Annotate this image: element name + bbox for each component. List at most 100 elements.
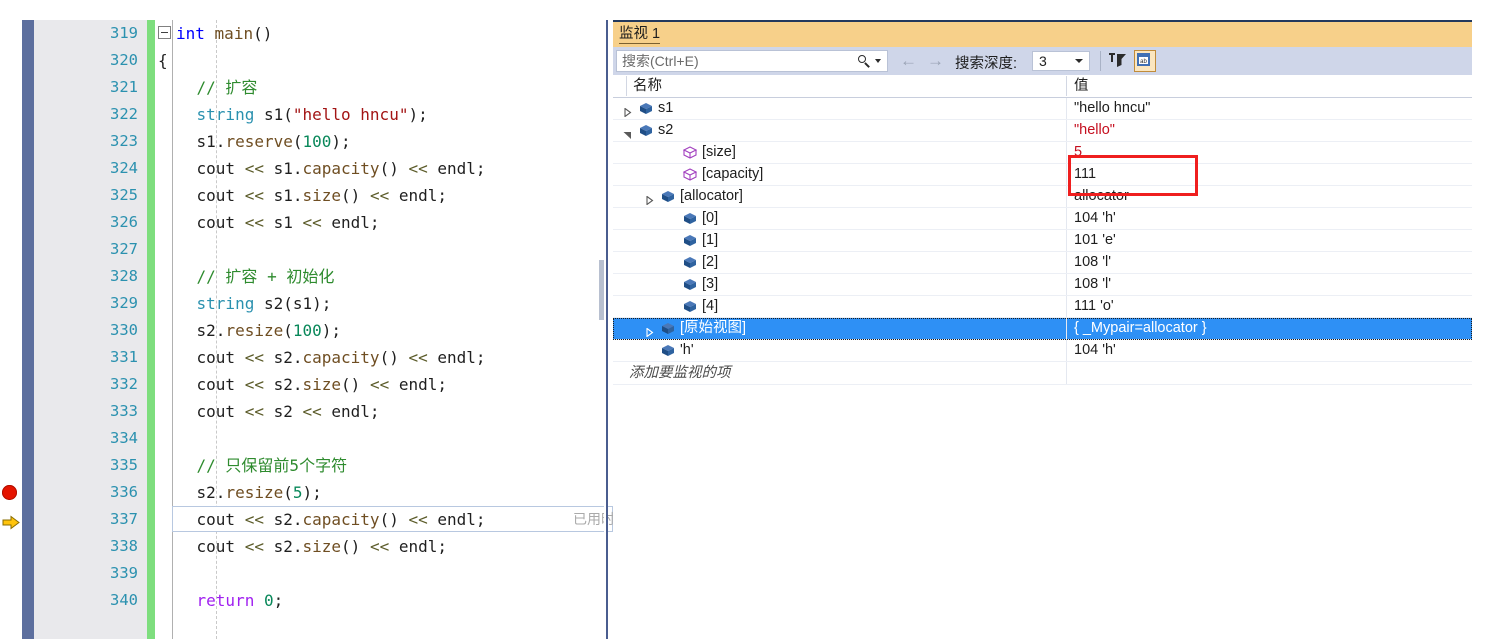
- search-next-arrow-icon[interactable]: →: [927, 51, 944, 70]
- code-line[interactable]: 335 // 只保留前5个字符: [0, 452, 613, 479]
- code-line[interactable]: 332 cout << s2.size() << endl;: [0, 371, 613, 398]
- code-line[interactable]: 330 s2.resize(100);: [0, 317, 613, 344]
- watch-panel: 监视 1 搜索(Ctrl+E) ← → 搜索深度: 3 ab 名称 值 s1 "…: [613, 20, 1472, 639]
- cube-blue-icon: [683, 234, 697, 247]
- search-depth-select[interactable]: 3: [1032, 51, 1090, 71]
- chevron-down-icon[interactable]: [1075, 59, 1083, 63]
- breakpoint-icon[interactable]: [2, 485, 17, 500]
- collapse-block-icon[interactable]: [158, 26, 171, 39]
- watch-row[interactable]: 'h' 104 'h': [613, 340, 1472, 362]
- watch-variable-value[interactable]: allocator: [1074, 186, 1129, 207]
- line-text: // 扩容: [158, 78, 258, 97]
- code-lines[interactable]: 319 int main() 320{321 // 扩容 322 string s1(…: [0, 20, 613, 614]
- row-column-divider: [1066, 186, 1067, 207]
- watch-row[interactable]: [原始视图] { _Mypair=allocator }: [613, 318, 1472, 340]
- code-line[interactable]: 337 cout << s2.capacity() << endl; 已用时: [0, 506, 613, 533]
- code-line[interactable]: 319 int main(): [0, 20, 613, 47]
- search-input[interactable]: 搜索(Ctrl+E): [616, 50, 888, 72]
- line-number: 323: [110, 132, 138, 150]
- search-prev-arrow-icon[interactable]: ←: [900, 51, 917, 70]
- code-line[interactable]: 329 string s2(s1);: [0, 290, 613, 317]
- current-instruction-arrow-icon[interactable]: [2, 512, 20, 530]
- watch-variable-value[interactable]: 111 'o': [1074, 296, 1114, 317]
- watch-variable-value[interactable]: 108 'l': [1074, 252, 1111, 273]
- code-line[interactable]: 325 cout << s1.size() << endl;: [0, 182, 613, 209]
- editor-scrollbar-track[interactable]: [606, 20, 608, 639]
- watch-variable-value[interactable]: 104 'h': [1074, 208, 1116, 229]
- watch-variable-name: [0]: [702, 210, 719, 226]
- row-column-divider: [1066, 252, 1067, 273]
- code-line[interactable]: 327: [0, 236, 613, 263]
- row-column-divider: [1066, 318, 1067, 339]
- expander-collapsed-icon[interactable]: [645, 192, 654, 206]
- watch-variable-value[interactable]: 104 'h': [1074, 340, 1116, 361]
- watch-variable-value[interactable]: 108 'l': [1074, 274, 1111, 295]
- code-line[interactable]: 322 string s1("hello hncu");: [0, 101, 613, 128]
- column-header-name[interactable]: 名称: [633, 75, 662, 97]
- code-line[interactable]: 336 s2.resize(5);: [0, 479, 613, 506]
- code-line[interactable]: 326 cout << s1 << endl;: [0, 209, 613, 236]
- expander-collapsed-icon[interactable]: [623, 104, 632, 118]
- pin-filter-button[interactable]: [1108, 50, 1130, 72]
- expander-collapsed-icon[interactable]: [645, 324, 654, 338]
- watch-row[interactable]: [0] 104 'h': [613, 208, 1472, 230]
- line-text: s2.resize(100);: [158, 321, 342, 340]
- watch-row[interactable]: [size] 5: [613, 142, 1472, 164]
- row-column-divider: [1066, 340, 1067, 361]
- watch-row[interactable]: s2 "hello": [613, 120, 1472, 142]
- search-navigation[interactable]: ← →: [900, 51, 944, 70]
- code-line[interactable]: 324 cout << s1.capacity() << endl;: [0, 155, 613, 182]
- toolbar-divider: [1100, 51, 1101, 71]
- watch-variable-value[interactable]: 111: [1074, 164, 1096, 185]
- line-number: 332: [110, 375, 138, 393]
- cube-blue-icon: [683, 300, 697, 313]
- search-icon[interactable]: [857, 54, 872, 69]
- line-number: 329: [110, 294, 138, 312]
- watch-variable-name: s2: [658, 122, 674, 138]
- line-number: 335: [110, 456, 138, 474]
- watch-variable-list[interactable]: s1 "hello hncu" s2 "hello" [size] 5 [capacity]…: [613, 98, 1472, 362]
- row-column-divider: [1066, 208, 1067, 229]
- watch-variable-value[interactable]: 101 'e': [1074, 230, 1116, 251]
- cube-blue-icon: [661, 190, 675, 203]
- watch-variable-value[interactable]: "hello hncu": [1074, 98, 1150, 119]
- code-line[interactable]: 331 cout << s2.capacity() << endl;: [0, 344, 613, 371]
- line-text: string s1("hello hncu");: [196, 105, 428, 124]
- editor-scrollbar-thumb[interactable]: [599, 260, 604, 320]
- watch-row[interactable]: [1] 101 'e': [613, 230, 1472, 252]
- cube-blue-icon: [683, 256, 697, 269]
- watch-variable-value[interactable]: { _Mypair=allocator }: [1074, 318, 1207, 339]
- watch-row[interactable]: [3] 108 'l': [613, 274, 1472, 296]
- code-line[interactable]: 320 {: [0, 47, 613, 74]
- code-line[interactable]: 321 // 扩容: [0, 74, 613, 101]
- header-column-divider[interactable]: [1066, 76, 1067, 96]
- code-line[interactable]: 338 cout << s2.size() << endl;: [0, 533, 613, 560]
- watch-row[interactable]: [capacity] 111: [613, 164, 1472, 186]
- watch-variable-name: [allocator]: [680, 188, 743, 204]
- line-number: 320: [110, 51, 138, 69]
- watch-row[interactable]: [2] 108 'l': [613, 252, 1472, 274]
- line-number: 334: [110, 429, 138, 447]
- line-text: cout << s2.size() << endl;: [158, 537, 447, 556]
- header-divider-left: [626, 76, 627, 96]
- expander-expanded-icon[interactable]: [623, 126, 632, 139]
- code-editor[interactable]: 319 int main() 320{321 // 扩容 322 string s1(…: [0, 20, 613, 639]
- code-line[interactable]: 340 return 0;: [0, 587, 613, 614]
- line-number: 327: [110, 240, 138, 258]
- search-options-chevron-down-icon[interactable]: [875, 59, 881, 63]
- watch-variable-value[interactable]: "hello": [1074, 120, 1115, 141]
- watch-variable-value[interactable]: 5: [1074, 142, 1082, 163]
- code-line[interactable]: 333 cout << s2 << endl;: [0, 398, 613, 425]
- watch-row[interactable]: [4] 111 'o': [613, 296, 1472, 318]
- watch-row[interactable]: s1 "hello hncu": [613, 98, 1472, 120]
- watch-row[interactable]: [allocator] allocator: [613, 186, 1472, 208]
- hexadecimal-display-button[interactable]: ab: [1134, 50, 1156, 72]
- code-line[interactable]: 323 s1.reserve(100);: [0, 128, 613, 155]
- watch-variable-name: [3]: [702, 276, 719, 292]
- column-header-value[interactable]: 值: [1074, 75, 1089, 97]
- code-line[interactable]: 339: [0, 560, 613, 587]
- code-line[interactable]: 328 // 扩容 + 初始化: [0, 263, 613, 290]
- code-line[interactable]: 334: [0, 425, 613, 452]
- watch-variable-name: 'h': [680, 342, 694, 358]
- add-watch-row[interactable]: 添加要监视的项: [613, 362, 1472, 385]
